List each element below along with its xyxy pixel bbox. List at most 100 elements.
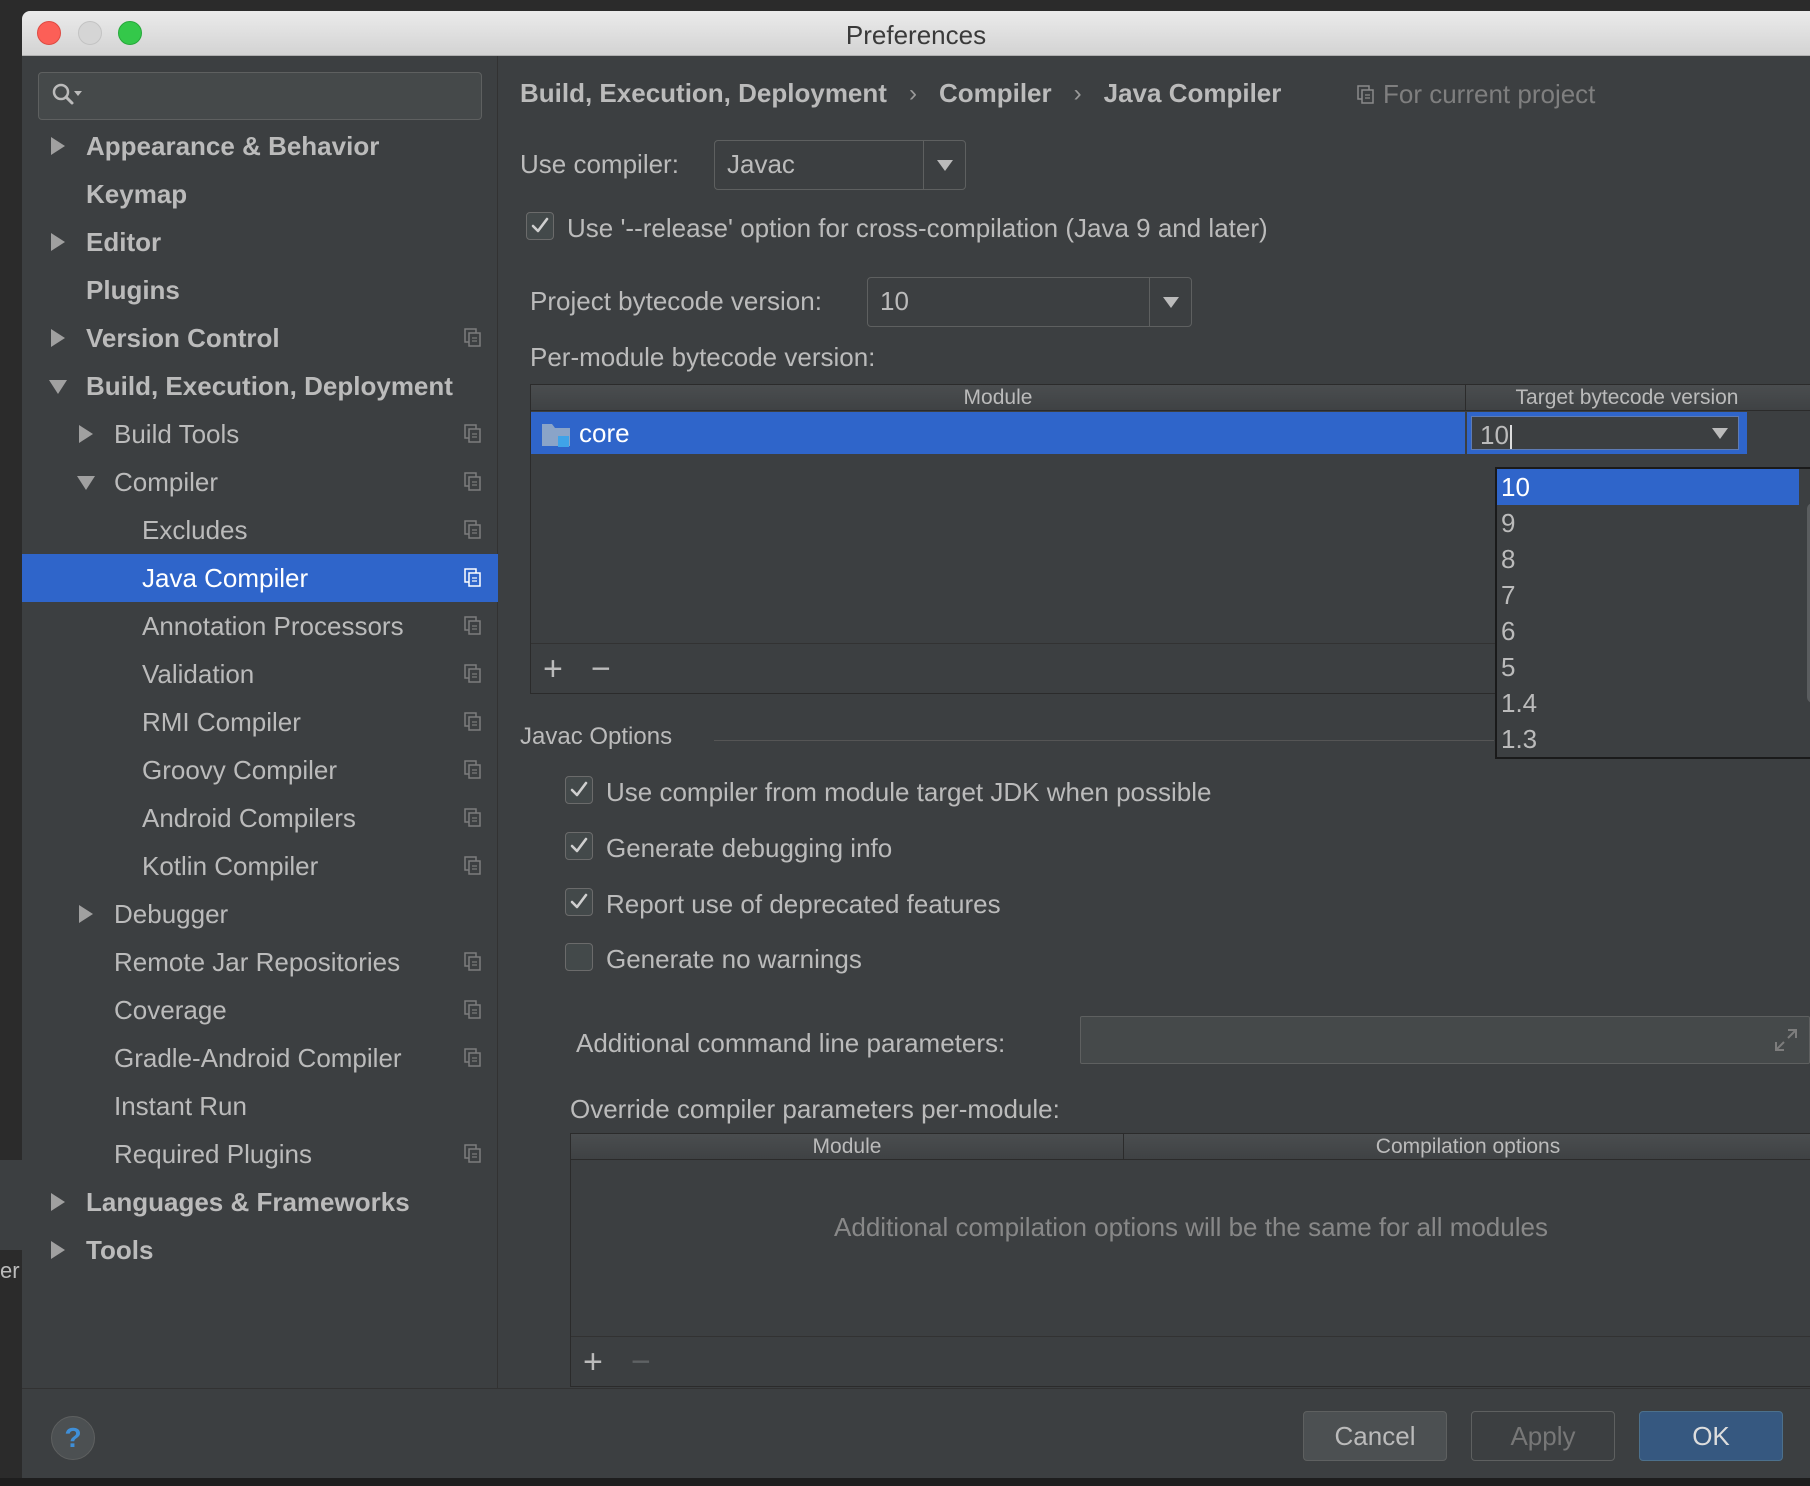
sidebar-item[interactable]: Build Tools bbox=[22, 410, 498, 458]
sidebar-item[interactable]: Android Compilers bbox=[22, 794, 498, 842]
bytecode-version-option[interactable]: 7 bbox=[1497, 577, 1799, 613]
apply-button[interactable]: Apply bbox=[1471, 1411, 1615, 1461]
project-scope-icon bbox=[464, 328, 481, 347]
target-bytecode-dropdown-button[interactable] bbox=[1702, 417, 1738, 449]
bytecode-version-option[interactable]: 8 bbox=[1497, 541, 1799, 577]
sidebar-item[interactable]: Remote Jar Repositories bbox=[22, 938, 498, 986]
option-label: Use compiler from module target JDK when… bbox=[606, 777, 1212, 807]
chevron-down-icon bbox=[1712, 428, 1728, 439]
expanded-arrow-icon[interactable] bbox=[77, 476, 95, 490]
search-icon[interactable] bbox=[51, 82, 85, 110]
sidebar-item[interactable]: Validation bbox=[22, 650, 498, 698]
sidebar-item[interactable]: Excludes bbox=[22, 506, 498, 554]
option-checkbox-3[interactable] bbox=[565, 943, 593, 971]
sidebar-item[interactable]: Groovy Compiler bbox=[22, 746, 498, 794]
sidebar-item[interactable]: Debugger bbox=[22, 890, 498, 938]
project-bytecode-select[interactable]: 10 bbox=[867, 277, 1192, 327]
bytecode-version-option[interactable]: 9 bbox=[1497, 505, 1799, 541]
sidebar-item[interactable]: RMI Compiler bbox=[22, 698, 498, 746]
sidebar-item-label: Android Compilers bbox=[142, 802, 356, 833]
project-bytecode-value: 10 bbox=[880, 286, 909, 316]
collapsed-arrow-icon[interactable] bbox=[51, 1241, 65, 1259]
title-bar[interactable]: Preferences bbox=[22, 11, 1810, 56]
project-scope-icon bbox=[464, 760, 481, 779]
remove-module-button[interactable]: − bbox=[591, 652, 611, 686]
column-header-target[interactable]: Target bytecode version bbox=[1467, 385, 1787, 411]
sidebar-item-label: Appearance & Behavior bbox=[86, 130, 380, 161]
sidebar-item[interactable]: Instant Run bbox=[22, 1082, 498, 1130]
sidebar-item-label: Remote Jar Repositories bbox=[114, 946, 401, 977]
collapsed-arrow-icon[interactable] bbox=[51, 137, 65, 155]
expand-icon[interactable] bbox=[1773, 1027, 1799, 1053]
sidebar-item-label: Gradle-Android Compiler bbox=[114, 1042, 402, 1073]
additional-params-input[interactable] bbox=[1080, 1016, 1810, 1064]
table-row[interactable]: core bbox=[531, 412, 1465, 454]
table-header: Module Compilation options bbox=[571, 1134, 1810, 1160]
collapsed-arrow-icon[interactable] bbox=[79, 425, 93, 443]
use-compiler-select[interactable]: Javac bbox=[714, 140, 966, 190]
sidebar-item[interactable]: Compiler bbox=[22, 458, 498, 506]
sidebar-item[interactable]: Gradle-Android Compiler bbox=[22, 1034, 498, 1082]
option-label: Generate no warnings bbox=[606, 944, 862, 974]
sidebar-item[interactable]: Plugins bbox=[22, 266, 498, 314]
sidebar-item[interactable]: Kotlin Compiler bbox=[22, 842, 498, 890]
use-compiler-label: Use compiler: bbox=[520, 149, 679, 179]
remove-override-button[interactable]: − bbox=[631, 1345, 651, 1379]
sidebar-item[interactable]: Keymap bbox=[22, 170, 498, 218]
use-compiler-dropdown-button[interactable] bbox=[923, 141, 965, 189]
sidebar-item[interactable]: Version Control bbox=[22, 314, 498, 362]
option-checkbox-0[interactable] bbox=[565, 776, 593, 804]
add-module-button[interactable]: + bbox=[543, 652, 563, 686]
collapsed-arrow-icon[interactable] bbox=[51, 1193, 65, 1211]
bytecode-version-option[interactable]: 1.4 bbox=[1497, 685, 1799, 721]
sidebar-item[interactable]: Coverage bbox=[22, 986, 498, 1034]
target-bytecode-value: 10 bbox=[1480, 420, 1509, 450]
bytecode-version-option[interactable]: 6 bbox=[1497, 613, 1799, 649]
sidebar-item[interactable]: Java Compiler bbox=[22, 554, 498, 602]
column-header-module[interactable]: Module bbox=[531, 385, 1466, 411]
table-header: Module Target bytecode version bbox=[531, 385, 1810, 411]
collapsed-arrow-icon[interactable] bbox=[51, 233, 65, 251]
bytecode-version-popup: 10 9 8 7 6 5 1.4 1.3 bbox=[1495, 467, 1810, 759]
expanded-arrow-icon[interactable] bbox=[49, 380, 67, 394]
target-bytecode-editor[interactable]: 10 bbox=[1471, 416, 1739, 450]
settings-search-input[interactable] bbox=[38, 72, 482, 120]
sidebar-item[interactable]: Languages & Frameworks bbox=[22, 1178, 498, 1226]
option-checkbox-1[interactable] bbox=[565, 832, 593, 860]
sidebar-item[interactable]: Annotation Processors bbox=[22, 602, 498, 650]
sidebar-item-label: Groovy Compiler bbox=[142, 754, 338, 785]
sidebar-item[interactable]: Tools bbox=[22, 1226, 498, 1274]
add-override-button[interactable]: + bbox=[583, 1345, 603, 1379]
cancel-button[interactable]: Cancel bbox=[1303, 1411, 1447, 1461]
sidebar-item-label: Kotlin Compiler bbox=[142, 850, 319, 881]
ok-button[interactable]: OK bbox=[1639, 1411, 1783, 1461]
collapsed-arrow-icon[interactable] bbox=[51, 329, 65, 347]
settings-sidebar: Appearance & Behavior Keymap Editor Plugins… bbox=[22, 56, 498, 1388]
sidebar-item[interactable]: Build, Execution, Deployment bbox=[22, 362, 498, 410]
collapsed-arrow-icon[interactable] bbox=[79, 905, 93, 923]
sidebar-item-label: Compiler bbox=[114, 466, 219, 497]
release-option-checkbox[interactable] bbox=[526, 212, 554, 240]
project-scope-icon bbox=[464, 472, 481, 491]
override-table: Module Compilation options Additional co… bbox=[570, 1133, 1810, 1387]
column-header-compilation-options[interactable]: Compilation options bbox=[1125, 1134, 1810, 1160]
sidebar-item-label: Required Plugins bbox=[114, 1138, 313, 1169]
project-bytecode-dropdown-button[interactable] bbox=[1149, 278, 1191, 326]
project-scope-icon bbox=[464, 808, 481, 827]
target-bytecode-cell[interactable]: 10 bbox=[1467, 412, 1747, 454]
bytecode-version-option[interactable]: 10 bbox=[1497, 469, 1799, 505]
sidebar-item-label: Languages & Frameworks bbox=[86, 1186, 410, 1217]
preferences-window: Preferences Appearance & Behavior Keymap E… bbox=[22, 11, 1810, 1478]
option-label: Report use of deprecated features bbox=[606, 889, 1001, 919]
column-header-module[interactable]: Module bbox=[571, 1134, 1124, 1160]
bytecode-version-option[interactable]: 5 bbox=[1497, 649, 1799, 685]
help-button[interactable]: ? bbox=[51, 1416, 95, 1460]
project-scope-icon bbox=[464, 1144, 481, 1163]
sidebar-item-label: Debugger bbox=[114, 898, 229, 929]
sidebar-item[interactable]: Required Plugins bbox=[22, 1130, 498, 1178]
project-scope-icon bbox=[464, 568, 481, 587]
bytecode-version-option[interactable]: 1.3 bbox=[1497, 721, 1799, 757]
sidebar-item[interactable]: Appearance & Behavior bbox=[22, 122, 498, 170]
sidebar-item[interactable]: Editor bbox=[22, 218, 498, 266]
option-checkbox-2[interactable] bbox=[565, 888, 593, 916]
